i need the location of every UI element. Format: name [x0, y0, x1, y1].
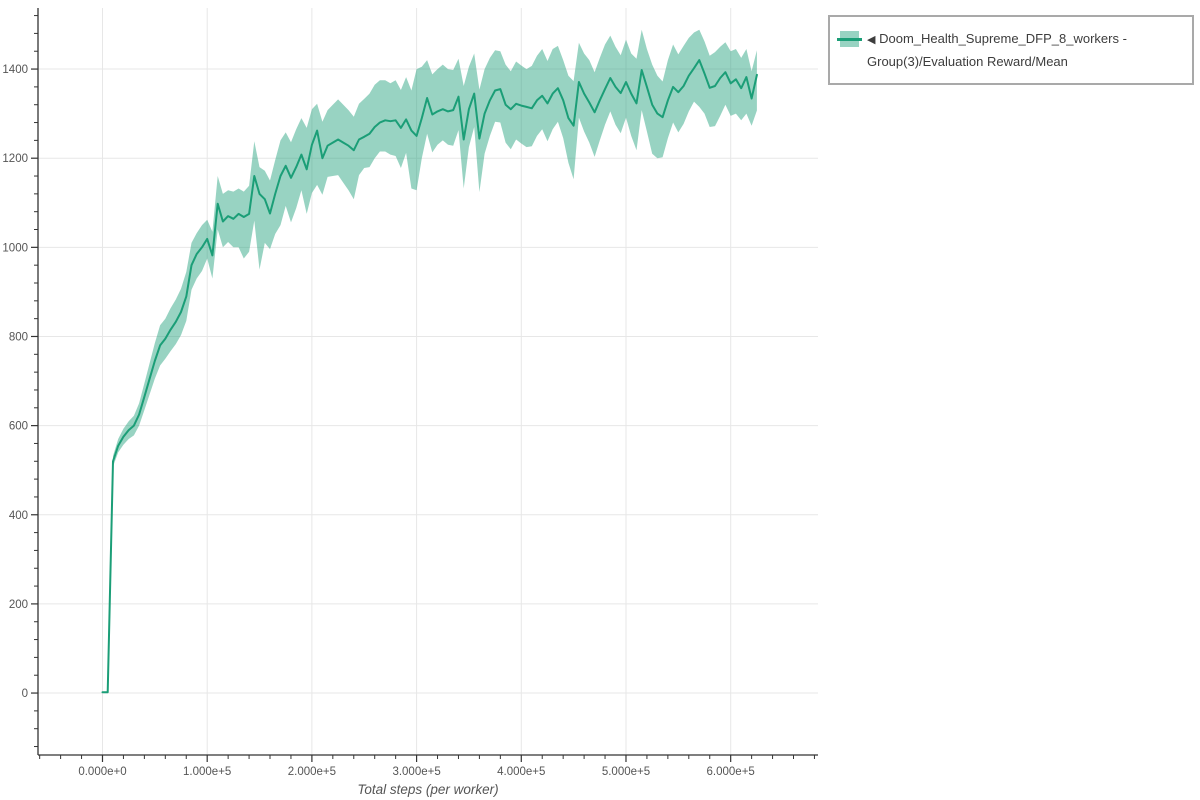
y-tick-label: 1000: [2, 242, 28, 254]
legend-entry[interactable]: ◀ Doom_Health_Supreme_DFP_8_workers - Gr…: [867, 28, 1182, 73]
x-tick-label: 5.000e+5: [602, 766, 650, 778]
legend-series-label: Doom_Health_Supreme_DFP_8_workers - Grou…: [867, 31, 1127, 69]
y-tick-label: 1200: [2, 153, 28, 165]
legend-swatch-icon: [840, 31, 859, 47]
chart-container: 0.000e+0 1.000e+5 2.000e+5 3.000e+5 4.000e+5…: [0, 0, 1200, 800]
x-tick-label: 2.000e+5: [288, 766, 336, 778]
y-tick-label: 800: [9, 331, 28, 343]
x-tick-label: 4.000e+5: [497, 766, 545, 778]
x-tick-label: 3.000e+5: [392, 766, 440, 778]
y-tick-label: 0: [22, 688, 28, 700]
y-tick-label: 200: [9, 599, 28, 611]
triangle-left-icon: ◀: [867, 34, 875, 46]
chart-canvas[interactable]: 0.000e+0 1.000e+5 2.000e+5 3.000e+5 4.000e+5…: [0, 0, 1200, 800]
legend-box[interactable]: ◀ Doom_Health_Supreme_DFP_8_workers - Gr…: [828, 15, 1194, 85]
x-tick-label: 1.000e+5: [183, 766, 231, 778]
x-axis-title: Total steps (per worker): [38, 782, 818, 797]
legend-line-icon: [837, 38, 862, 41]
x-tick-label: 6.000e+5: [707, 766, 755, 778]
y-tick-label: 600: [9, 421, 28, 433]
x-tick-label: 0.000e+0: [78, 766, 126, 778]
y-tick-label: 1400: [2, 64, 28, 76]
series-band: [103, 30, 757, 692]
y-tick-label: 400: [9, 510, 28, 522]
